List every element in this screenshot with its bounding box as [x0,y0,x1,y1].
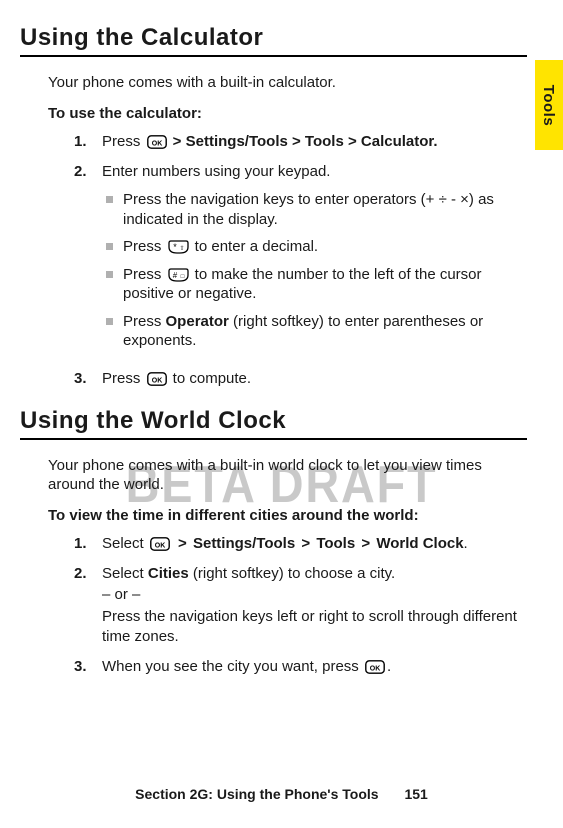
text: Select [102,565,148,582]
calc-sublist: Press the navigation keys to enter opera… [106,190,527,351]
ok-key-icon: OK [150,537,170,551]
text: When you see the city you want, press [102,658,363,675]
calc-step-1: 1. Press OK > Settings/Tools > Tools > C… [74,132,527,152]
calc-step-2: 2. Enter numbers using your keypad. Pres… [74,162,527,359]
svg-text:OK: OK [151,140,162,147]
world-intro: Your phone comes with a built-in world c… [48,456,527,495]
heading-rule [20,55,527,57]
calc-sub-3: Press #□ to make the number to the left … [106,265,527,304]
text: to enter a decimal. [191,238,319,255]
ok-key-icon: OK [365,660,385,674]
calc-intro: Your phone comes with a built-in calcula… [48,73,527,93]
calc-sub-2: Press *⇧ to enter a decimal. [106,237,527,257]
square-bullet-icon [106,271,113,278]
text: Select [102,535,148,552]
text-bold: Settings/Tools [193,535,295,552]
footer-page: 151 [404,786,427,802]
footer-section: Section 2G: Using the Phone's Tools [135,786,378,802]
ok-key-icon: OK [147,135,167,149]
step-number: 1. [74,132,102,152]
calc-sub-4: Press Operator (right softkey) to enter … [106,312,527,351]
svg-text:⇧: ⇧ [179,245,184,252]
page-footer: Section 2G: Using the Phone's Tools 151 [0,786,563,802]
heading-world-clock: Using the World Clock [20,407,527,435]
text: Press the navigation keys left or right … [102,607,527,648]
text: to compute. [169,370,252,387]
text: . [387,658,391,675]
svg-text:□: □ [180,274,184,280]
svg-text:OK: OK [155,542,166,549]
calc-sub-1: Press the navigation keys to enter opera… [106,190,527,229]
text: Press [123,266,166,283]
or-divider: – or – [102,585,527,605]
text: Press [123,313,166,330]
sep: > [297,535,314,552]
world-proc-head: To view the time in different cities aro… [48,507,527,524]
heading-rule [20,438,527,440]
world-step-3: 3. When you see the city you want, press… [74,657,527,677]
step-number: 3. [74,369,102,389]
ok-key-icon: OK [147,372,167,386]
svg-text:*: * [173,242,177,252]
square-bullet-icon [106,196,113,203]
text: Press [123,238,166,255]
step-body: Select OK > Settings/Tools > Tools > Wor… [102,534,527,554]
step-body: Press OK > Settings/Tools > Tools > Calc… [102,132,527,152]
step-number: 2. [74,162,102,359]
world-step-1: 1. Select OK > Settings/Tools > Tools > … [74,534,527,554]
text: Press [102,133,145,150]
step-body: When you see the city you want, press OK… [102,657,527,677]
svg-text:OK: OK [370,666,381,673]
step-body: Enter numbers using your keypad. Press t… [102,162,527,359]
calc-steps: 1. Press OK > Settings/Tools > Tools > C… [74,132,527,389]
page-content: Using the Calculator Your phone comes wi… [0,0,563,677]
world-steps: 1. Select OK > Settings/Tools > Tools > … [74,534,527,678]
text: (right softkey) to choose a city. [189,565,395,582]
calc-step-3: 3. Press OK to compute. [74,369,527,389]
svg-text:OK: OK [151,377,162,384]
step-body: Select Cities (right softkey) to choose … [102,564,527,647]
square-bullet-icon [106,318,113,325]
sep: > [357,535,374,552]
sep: > [174,535,191,552]
step-number: 3. [74,657,102,677]
text: Press [102,370,145,387]
step-body: Press OK to compute. [102,369,527,389]
text-bold: Cities [148,565,189,582]
text-bold: Tools [316,535,355,552]
text: Press the navigation keys to enter opera… [123,190,527,229]
heading-calculator: Using the Calculator [20,24,527,52]
step-number: 2. [74,564,102,647]
svg-text:#: # [172,271,177,280]
text-bold: World Clock [376,535,463,552]
hash-key-icon: #□ [168,268,189,282]
text: . [464,535,468,552]
text-bold: Operator [166,313,229,330]
text-bold: > Settings/Tools > Tools > Calculator. [169,133,438,150]
text: Enter numbers using your keypad. [102,163,330,180]
star-key-icon: *⇧ [168,240,189,254]
world-step-2: 2. Select Cities (right softkey) to choo… [74,564,527,647]
step-number: 1. [74,534,102,554]
square-bullet-icon [106,243,113,250]
calc-proc-head: To use the calculator: [48,105,527,122]
